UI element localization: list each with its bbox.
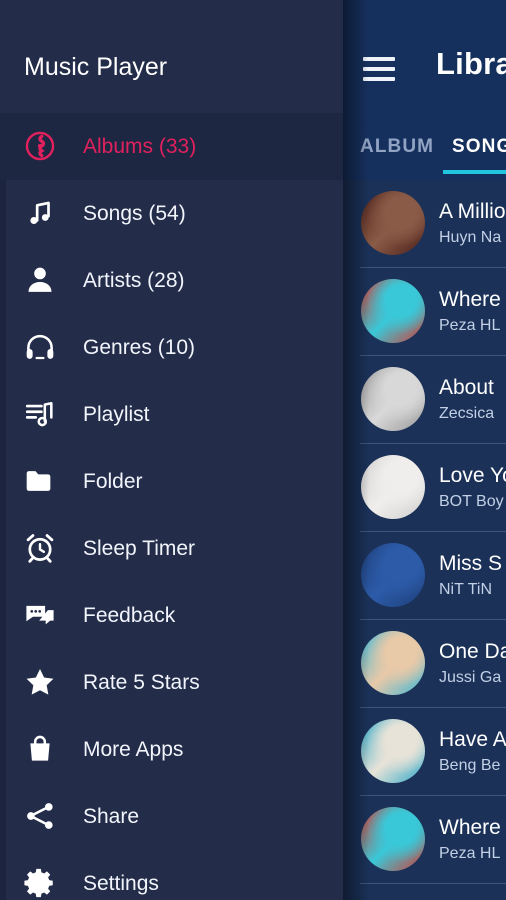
song-text-block: Love You BOT Boy [439, 463, 506, 513]
drawer-item-label: Albums (33) [83, 134, 197, 158]
playlist-icon [20, 394, 60, 434]
drawer-item-songs-54[interactable]: Songs (54) [0, 180, 343, 247]
drawer-item-label: Folder [83, 469, 143, 493]
drawer-item-playlist[interactable]: Playlist [0, 381, 343, 448]
song-text-block: Have A Beng Be [439, 727, 506, 777]
drawer-item-label: Artists (28) [83, 268, 185, 292]
album-art-thumbnail [361, 367, 425, 431]
drawer-header: Music Player [0, 0, 343, 113]
song-title: Where [439, 816, 501, 839]
navigation-drawer[interactable]: Music Player Albums (33) Songs (54) Artist… [0, 0, 343, 900]
album-art-thumbnail [361, 543, 425, 607]
song-text-block: One Day Jussi Ga [439, 639, 506, 689]
headphones-icon [20, 327, 60, 367]
drawer-item-label: Feedback [83, 603, 176, 627]
chat-bubble-icon [20, 595, 60, 635]
drawer-item-label: More Apps [83, 737, 184, 761]
song-text-block: Miss S NiT TiN [439, 551, 502, 601]
song-artist: BOT Boy [439, 493, 504, 510]
gear-icon [20, 863, 60, 900]
drawer-item-label: Genres (10) [83, 335, 196, 359]
alarm-clock-icon [20, 528, 60, 568]
drawer-item-label: Settings [83, 871, 159, 895]
drawer-item-label: Songs (54) [83, 201, 186, 225]
drawer-item-folder[interactable]: Folder [0, 448, 343, 515]
drawer-menu: Albums (33) Songs (54) Artists (28) Genres … [0, 113, 343, 900]
vinyl-record-icon [20, 126, 60, 166]
music-note-icon [20, 193, 60, 233]
drawer-item-genres-10[interactable]: Genres (10) [0, 314, 343, 381]
star-icon [20, 662, 60, 702]
song-artist: Jussi Ga [439, 669, 502, 686]
tab-songs[interactable]: SONGS [452, 136, 506, 158]
song-title: Miss S [439, 552, 502, 575]
drawer-item-artists-28[interactable]: Artists (28) [0, 247, 343, 314]
drawer-item-label: Share [83, 804, 140, 828]
album-art-thumbnail [361, 191, 425, 255]
song-title: A Million [439, 200, 506, 223]
song-artist: NiT TiN [439, 581, 493, 598]
app-title: Music Player [24, 53, 168, 81]
album-art-thumbnail [361, 807, 425, 871]
drawer-item-feedback[interactable]: Feedback [0, 582, 343, 649]
song-text-block: Where Peza HL [439, 287, 501, 337]
tab-active-indicator [443, 170, 506, 174]
library-title: Library [436, 46, 506, 81]
share-icon [20, 796, 60, 836]
drawer-item-more-apps[interactable]: More Apps [0, 716, 343, 783]
shopping-bag-icon [20, 729, 60, 769]
song-artist: Huyn Na [439, 229, 502, 246]
song-artist: Peza HL [439, 317, 501, 334]
tab-album[interactable]: ALBUM [360, 136, 434, 158]
song-text-block: Where Peza HL [439, 815, 501, 865]
song-title: Where [439, 288, 501, 311]
drawer-item-sleep-timer[interactable]: Sleep Timer [0, 515, 343, 582]
drawer-item-rate-5-stars[interactable]: Rate 5 Stars [0, 649, 343, 716]
song-artist: Peza HL [439, 845, 501, 862]
song-text-block: About Zecsica [439, 375, 494, 425]
song-title: One Day [439, 640, 506, 663]
drawer-item-label: Sleep Timer [83, 536, 196, 560]
song-title: Love You [439, 464, 506, 487]
drawer-item-label: Playlist [83, 402, 150, 426]
song-artist: Beng Be [439, 757, 501, 774]
song-text-block: A Million Huyn Na [439, 199, 506, 249]
drawer-item-share[interactable]: Share [0, 783, 343, 850]
drawer-item-settings[interactable]: Settings [0, 850, 343, 900]
album-art-thumbnail [361, 719, 425, 783]
drawer-item-label: Rate 5 Stars [83, 670, 200, 694]
song-title: Have A [439, 728, 506, 751]
folder-icon [20, 461, 60, 501]
song-artist: Zecsica [439, 405, 495, 422]
hamburger-menu-icon[interactable] [363, 57, 395, 81]
drawer-item-albums-33[interactable]: Albums (33) [0, 113, 343, 180]
song-title: About [439, 376, 494, 399]
person-icon [20, 260, 60, 300]
album-art-thumbnail [361, 455, 425, 519]
album-art-thumbnail [361, 279, 425, 343]
album-art-thumbnail [361, 631, 425, 695]
list-divider [360, 883, 506, 884]
